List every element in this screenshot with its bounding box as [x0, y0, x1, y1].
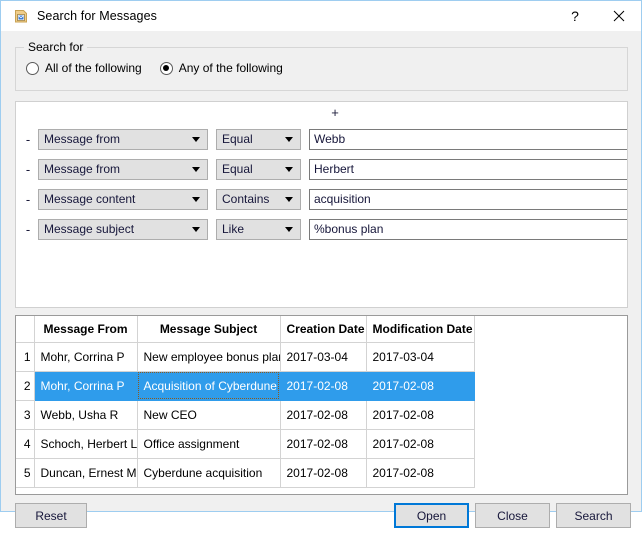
criterion-value-input[interactable]: acquisition [309, 188, 627, 210]
results-table: Message From Message Subject Creation Da… [16, 316, 475, 488]
radio-all-label: All of the following [45, 61, 142, 75]
cell-message-subject[interactable]: Office assignment [136, 428, 281, 459]
window-title: Search for Messages [37, 9, 158, 23]
chevron-down-icon [192, 167, 200, 172]
search-for-legend: Search for [24, 40, 88, 54]
search-for-groupbox: Search for All of the following Any of t… [15, 40, 628, 91]
radio-any-of-the-following[interactable]: Any of the following [159, 61, 283, 75]
column-header-rownum [16, 316, 35, 343]
chevron-down-icon [192, 137, 200, 142]
cell-message-subject[interactable]: Acquisition of Cyberdune [136, 370, 281, 401]
dialog-body: Search for All of the following Any of t… [1, 31, 641, 528]
cell-message-subject[interactable]: New employee bonus plan [136, 341, 281, 372]
cell-creation-date[interactable]: 2017-02-08 [279, 370, 367, 401]
remove-criterion-button[interactable]: - [22, 222, 34, 237]
criterion-value-input[interactable]: Herbert [309, 158, 627, 180]
cell-creation-date[interactable]: 2017-02-08 [279, 457, 367, 488]
results-table-container[interactable]: Message From Message Subject Creation Da… [15, 315, 628, 495]
cell-message-subject[interactable]: Cyberdune acquisition [136, 457, 281, 488]
criterion-operator-select[interactable]: Contains [216, 188, 301, 210]
row-number: 4 [16, 428, 35, 459]
reset-button[interactable]: Reset [15, 503, 87, 528]
column-header-modification-date[interactable]: Modification Date [365, 316, 475, 343]
row-number: 1 [16, 341, 35, 372]
criterion-field-value: Message subject [44, 222, 135, 236]
cell-message-from[interactable]: Mohr, Corrina P [33, 370, 138, 401]
cell-message-subject[interactable]: New CEO [136, 399, 281, 430]
criterion-value-input[interactable]: %bonus plan [309, 218, 627, 240]
cell-modification-date[interactable]: 2017-02-08 [365, 457, 475, 488]
row-number: 3 [16, 399, 35, 430]
chevron-down-icon [192, 197, 200, 202]
cell-creation-date[interactable]: 2017-02-08 [279, 399, 367, 430]
table-row[interactable]: 1 Mohr, Corrina P New employee bonus pla… [16, 341, 475, 372]
search-for-messages-dialog: Search for Messages ? Search for All of … [0, 0, 642, 528]
title-bar-buttons: ? [553, 1, 641, 31]
criterion-operator-value: Equal [222, 162, 253, 176]
criteria-add-row: + [16, 102, 627, 124]
close-button[interactable]: Close [475, 503, 550, 528]
criterion-field-value: Message content [44, 192, 136, 206]
criterion-operator-value: Like [222, 222, 245, 236]
criterion-field-select[interactable]: Message from [38, 158, 208, 180]
dialog-footer: Reset Open Close Search [1, 503, 641, 535]
criteria-panel: + - Message from Equal Webb - Message fr… [15, 101, 628, 308]
criterion-operator-select[interactable]: Equal [216, 128, 301, 150]
table-row[interactable]: 3 Webb, Usha R New CEO 2017-02-08 2017-0… [16, 399, 475, 430]
chevron-down-icon [285, 227, 293, 232]
chevron-down-icon [192, 227, 200, 232]
search-button[interactable]: Search [556, 503, 631, 528]
cell-modification-date[interactable]: 2017-02-08 [365, 399, 475, 430]
criteria-row: - Message from Equal Webb [16, 124, 627, 154]
chevron-down-icon [285, 167, 293, 172]
criteria-row: - Message subject Like %bonus plan [16, 214, 627, 244]
criterion-value-input[interactable]: Webb [309, 128, 627, 150]
table-row[interactable]: 2 Mohr, Corrina P Acquisition of Cyberdu… [16, 370, 475, 401]
criterion-field-value: Message from [44, 132, 121, 146]
table-row[interactable]: 4 Schoch, Herbert L Office assignment 20… [16, 428, 475, 459]
chevron-down-icon [285, 137, 293, 142]
row-number: 2 [16, 370, 35, 401]
cell-message-from[interactable]: Duncan, Ernest M [33, 457, 138, 488]
criteria-row: - Message from Equal Herbert [16, 154, 627, 184]
title-bar: Search for Messages ? [1, 1, 641, 31]
message-document-icon [13, 8, 29, 24]
criterion-field-select[interactable]: Message from [38, 128, 208, 150]
table-header-row: Message From Message Subject Creation Da… [16, 316, 475, 343]
criterion-operator-select[interactable]: Equal [216, 158, 301, 180]
radio-all-mark[interactable] [26, 61, 39, 75]
close-icon[interactable] [597, 1, 641, 31]
radio-all-of-the-following[interactable]: All of the following [26, 61, 142, 75]
cell-modification-date[interactable]: 2017-02-08 [365, 428, 475, 459]
radio-any-mark[interactable] [159, 61, 173, 75]
radio-any-label: Any of the following [178, 61, 283, 75]
remove-criterion-button[interactable]: - [22, 192, 34, 207]
column-header-message-from[interactable]: Message From [33, 316, 138, 343]
cell-message-from[interactable]: Webb, Usha R [33, 399, 138, 430]
cell-creation-date[interactable]: 2017-02-08 [279, 428, 367, 459]
criteria-row: - Message content Contains acquisition [16, 184, 627, 214]
cell-message-from[interactable]: Mohr, Corrina P [33, 341, 138, 372]
cell-modification-date[interactable]: 2017-02-08 [365, 370, 475, 401]
cell-modification-date[interactable]: 2017-03-04 [365, 341, 475, 372]
criterion-field-select[interactable]: Message content [38, 188, 208, 210]
chevron-down-icon [285, 197, 293, 202]
criterion-operator-select[interactable]: Like [216, 218, 301, 240]
column-header-message-subject[interactable]: Message Subject [136, 316, 281, 343]
search-mode-radio-group: All of the following Any of the followin… [26, 61, 301, 75]
criterion-operator-value: Contains [222, 192, 270, 206]
row-number: 5 [16, 457, 35, 488]
criterion-field-value: Message from [44, 162, 121, 176]
open-button[interactable]: Open [394, 503, 469, 528]
add-criterion-button[interactable]: + [328, 106, 342, 120]
remove-criterion-button[interactable]: - [22, 162, 34, 177]
cell-creation-date[interactable]: 2017-03-04 [279, 341, 367, 372]
criterion-operator-value: Equal [222, 132, 253, 146]
help-button[interactable]: ? [553, 1, 597, 31]
column-header-creation-date[interactable]: Creation Date [279, 316, 367, 343]
cell-message-from[interactable]: Schoch, Herbert L [33, 428, 138, 459]
table-row[interactable]: 5 Duncan, Ernest M Cyberdune acquisition… [16, 457, 475, 488]
remove-criterion-button[interactable]: - [22, 132, 34, 147]
criterion-field-select[interactable]: Message subject [38, 218, 208, 240]
